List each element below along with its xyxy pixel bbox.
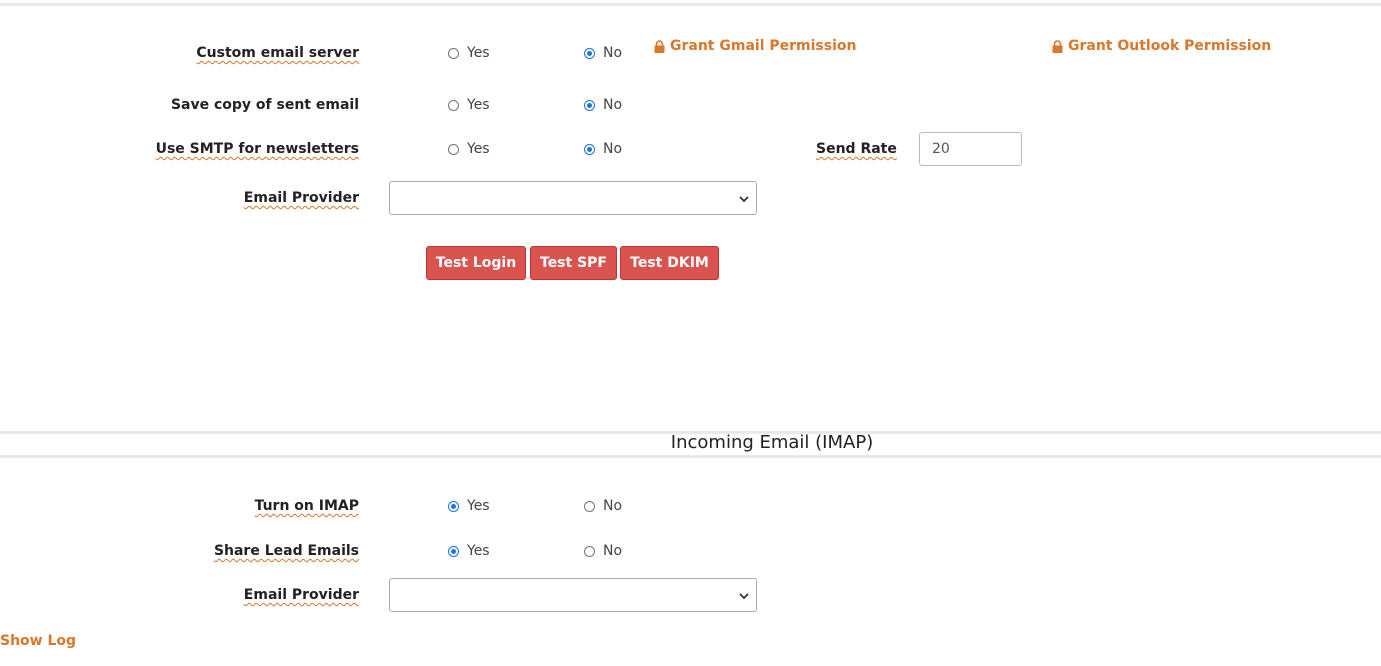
chevron-down-icon xyxy=(739,593,749,600)
smtp-newsletters-no-radio[interactable]: No xyxy=(584,141,622,157)
radio-label: Yes xyxy=(467,498,490,514)
incoming-email-provider-select[interactable] xyxy=(389,578,757,612)
smtp-newsletters-label: Use SMTP for newsletters xyxy=(155,141,359,157)
radio-label: Yes xyxy=(467,141,490,157)
lock-icon xyxy=(1052,39,1063,53)
share-lead-yes-radio[interactable]: Yes xyxy=(448,543,490,559)
test-spf-button[interactable]: Test SPF xyxy=(530,246,617,280)
show-log-link[interactable]: Show Log xyxy=(0,633,76,649)
radio-label: No xyxy=(603,498,623,514)
save-copy-yes-radio[interactable]: Yes xyxy=(448,97,490,113)
custom-email-server-label: Custom email server xyxy=(196,45,359,61)
incoming-email-provider-label: Email Provider xyxy=(243,587,359,603)
radio-label: No xyxy=(603,97,623,113)
smtp-newsletters-yes-radio[interactable]: Yes xyxy=(448,141,490,157)
send-rate-input[interactable] xyxy=(919,132,1022,166)
send-rate-label: Send Rate xyxy=(816,141,897,157)
outgoing-email-provider-select[interactable] xyxy=(389,181,757,215)
section-divider-top xyxy=(0,3,1381,6)
grant-gmail-permission-link[interactable]: Grant Gmail Permission xyxy=(654,38,856,54)
outlook-link-label: Grant Outlook Permission xyxy=(1068,38,1272,54)
radio-button-icon xyxy=(584,545,595,557)
radio-button-selected-icon xyxy=(584,143,595,155)
imap-no-radio[interactable]: No xyxy=(584,498,622,514)
radio-button-selected-icon xyxy=(584,99,595,111)
radio-button-icon xyxy=(448,47,459,59)
radio-label: Yes xyxy=(467,45,490,61)
radio-button-icon xyxy=(448,143,459,155)
radio-button-icon xyxy=(584,500,595,512)
section-divider xyxy=(0,455,1381,458)
radio-label: No xyxy=(603,543,623,559)
test-login-button[interactable]: Test Login xyxy=(426,246,526,280)
imap-yes-radio[interactable]: Yes xyxy=(448,498,490,514)
radio-label: No xyxy=(603,45,623,61)
grant-outlook-permission-link[interactable]: Grant Outlook Permission xyxy=(1052,38,1271,54)
radio-label: No xyxy=(603,141,623,157)
save-copy-label: Save copy of sent email xyxy=(170,97,359,113)
share-lead-no-radio[interactable]: No xyxy=(584,543,622,559)
radio-button-selected-icon xyxy=(448,545,459,557)
lock-icon xyxy=(654,39,665,53)
radio-label: Yes xyxy=(467,543,490,559)
outgoing-email-provider-label: Email Provider xyxy=(243,190,359,206)
chevron-down-icon xyxy=(739,196,749,203)
share-lead-emails-label: Share Lead Emails xyxy=(213,543,359,559)
save-copy-no-radio[interactable]: No xyxy=(584,97,622,113)
incoming-section-title: Incoming Email (IMAP) xyxy=(670,432,874,453)
radio-button-selected-icon xyxy=(584,47,595,59)
custom-server-yes-radio[interactable]: Yes xyxy=(448,45,490,61)
radio-button-selected-icon xyxy=(448,500,459,512)
custom-server-no-radio[interactable]: No xyxy=(584,45,622,61)
turn-on-imap-label: Turn on IMAP xyxy=(254,498,359,514)
test-dkim-button[interactable]: Test DKIM xyxy=(620,246,719,280)
radio-button-icon xyxy=(448,99,459,111)
radio-label: Yes xyxy=(467,97,490,113)
gmail-link-label: Grant Gmail Permission xyxy=(670,38,857,54)
